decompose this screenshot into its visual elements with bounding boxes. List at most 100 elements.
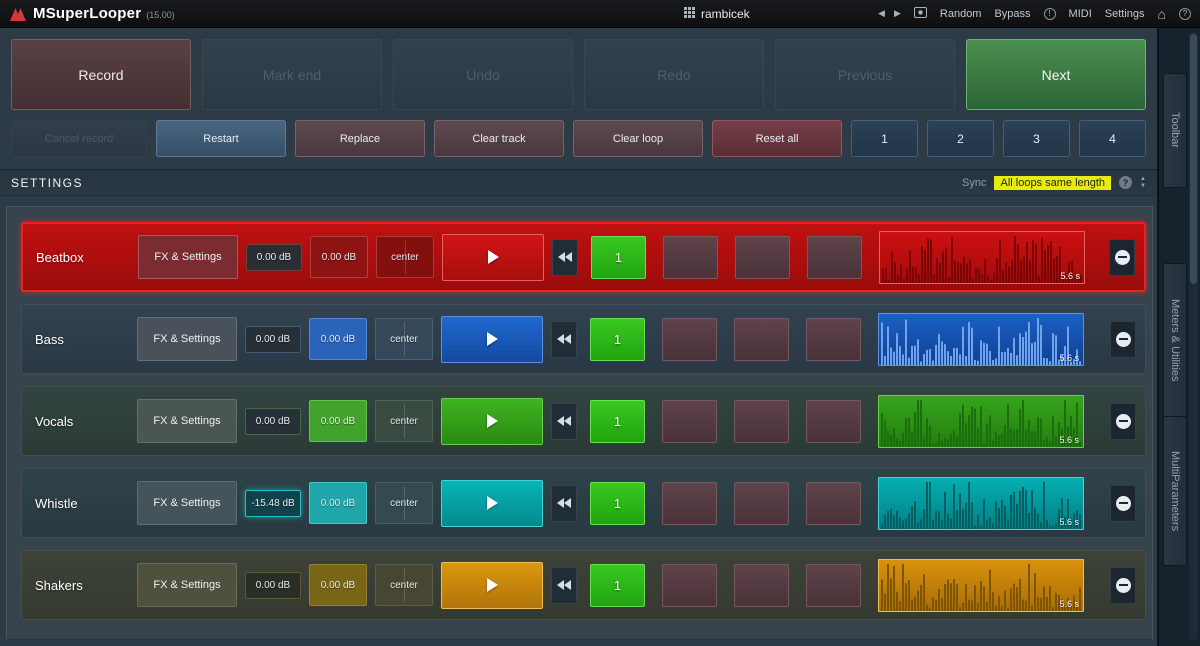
loop-slot-4[interactable] — [806, 400, 861, 443]
loop-slot-4[interactable] — [807, 236, 862, 279]
help-icon[interactable]: ? — [1179, 8, 1191, 20]
random-button[interactable]: Random — [940, 8, 982, 20]
toolbar-button-undo[interactable]: Undo — [393, 39, 573, 110]
fx-settings-button[interactable]: FX & Settings — [137, 317, 237, 361]
toolbar-button-mark-end[interactable]: Mark end — [202, 39, 382, 110]
fx-settings-button[interactable]: FX & Settings — [137, 481, 237, 525]
play-button[interactable] — [441, 398, 543, 445]
sidebar-scrollbar[interactable] — [1189, 32, 1198, 640]
loop-slot-1[interactable]: 1 — [590, 400, 645, 443]
topbar: MSuperLooper (15.00) rambicek ◀ ▶ — [0, 0, 1200, 28]
rewind-button[interactable] — [552, 239, 578, 276]
side-tab-toolbar[interactable]: Toolbar — [1163, 73, 1187, 188]
toolbar-button-4[interactable]: 4 — [1079, 120, 1146, 157]
toolbar-button-redo[interactable]: Redo — [584, 39, 764, 110]
toolbar-button-cancel-record[interactable]: Cancel record — [11, 120, 147, 157]
toolbar-button-clear-track[interactable]: Clear track — [434, 120, 564, 157]
pan-value[interactable]: center — [375, 564, 433, 606]
toolbar-button-record[interactable]: Record — [11, 39, 191, 110]
rewind-button[interactable] — [551, 567, 577, 604]
track-gain-value[interactable]: 0.00 dB — [245, 326, 301, 353]
fx-settings-button[interactable]: FX & Settings — [137, 399, 237, 443]
remove-track-button[interactable] — [1109, 239, 1135, 276]
bypass-button[interactable]: Bypass — [994, 8, 1030, 20]
toolbar-button-3[interactable]: 3 — [1003, 120, 1070, 157]
loop-slot-1[interactable]: 1 — [591, 236, 646, 279]
loop-slot-2[interactable] — [662, 482, 717, 525]
rewind-button[interactable] — [551, 321, 577, 358]
fx-settings-button[interactable]: FX & Settings — [138, 235, 238, 279]
stepper-up-icon[interactable]: ▲ — [1140, 176, 1146, 182]
loop-slot-2[interactable] — [662, 318, 717, 361]
play-button[interactable] — [441, 562, 543, 609]
image-icon[interactable] — [914, 7, 927, 21]
pan-value[interactable]: center — [375, 482, 433, 524]
waveform-display[interactable]: 5.6 s — [878, 559, 1084, 612]
loop-gain-value[interactable]: 0.00 dB — [310, 236, 368, 278]
rewind-button[interactable] — [551, 403, 577, 440]
toolbar-button-restart[interactable]: Restart — [156, 120, 286, 157]
remove-track-button[interactable] — [1110, 321, 1136, 358]
loop-slot-1[interactable]: 1 — [590, 564, 645, 607]
fx-settings-button[interactable]: FX & Settings — [137, 563, 237, 607]
side-tab-meters-utilities[interactable]: Meters & Utilities — [1163, 263, 1187, 418]
midi-button[interactable]: MIDI — [1069, 8, 1092, 20]
play-button[interactable] — [441, 480, 543, 527]
waveform-display[interactable]: 5.6 s — [879, 231, 1085, 284]
next-preset-icon[interactable]: ▶ — [894, 8, 901, 19]
track-gain-value[interactable]: 0.00 dB — [246, 244, 302, 271]
stepper-down-icon[interactable]: ▼ — [1140, 183, 1146, 189]
loop-gain-value[interactable]: 0.00 dB — [309, 400, 367, 442]
loop-slot-4[interactable] — [806, 482, 861, 525]
pan-value[interactable]: center — [375, 318, 433, 360]
rewind-button[interactable] — [551, 485, 577, 522]
track-gain-value[interactable]: -15.48 dB — [245, 490, 301, 517]
prev-preset-icon[interactable]: ◀ — [878, 8, 885, 19]
loop-gain-value[interactable]: 0.00 dB — [309, 482, 367, 524]
sync-stepper[interactable]: ▲ ▼ — [1140, 176, 1146, 189]
settings-button[interactable]: Settings — [1105, 8, 1145, 20]
big-button-row: RecordMark endUndoRedoPreviousNext — [11, 39, 1146, 110]
remove-track-button[interactable] — [1110, 403, 1136, 440]
loop-slot-3[interactable] — [734, 400, 789, 443]
loop-slot-1[interactable]: 1 — [590, 482, 645, 525]
pan-value[interactable]: center — [376, 236, 434, 278]
sync-help-icon[interactable]: ? — [1119, 176, 1132, 189]
toolbar-button-previous[interactable]: Previous — [775, 39, 955, 110]
loop-gain-value[interactable]: 0.00 dB — [309, 564, 367, 606]
loop-slot-3[interactable] — [734, 482, 789, 525]
loop-slot-3[interactable] — [735, 236, 790, 279]
home-icon[interactable]: ⌂ — [1158, 6, 1166, 22]
loop-slot-2[interactable] — [662, 400, 717, 443]
sync-mode-select[interactable]: All loops same length — [994, 176, 1111, 190]
loop-slot-3[interactable] — [734, 564, 789, 607]
preset-selector[interactable]: rambicek — [684, 7, 750, 21]
toolbar-button-replace[interactable]: Replace — [295, 120, 425, 157]
scrollbar-thumb[interactable] — [1190, 34, 1197, 284]
play-button[interactable] — [441, 316, 543, 363]
side-tab-multiparameters[interactable]: MultiParameters — [1163, 416, 1187, 566]
waveform-display[interactable]: 5.6 s — [878, 313, 1084, 366]
track-gain-value[interactable]: 0.00 dB — [245, 572, 301, 599]
loop-slot-4[interactable] — [806, 318, 861, 361]
toolbar-button-clear-loop[interactable]: Clear loop — [573, 120, 703, 157]
toolbar-button-2[interactable]: 2 — [927, 120, 994, 157]
play-button[interactable] — [442, 234, 544, 281]
loop-slot-3[interactable] — [734, 318, 789, 361]
loop-slot-2[interactable] — [662, 564, 717, 607]
loop-slot-4[interactable] — [806, 564, 861, 607]
pan-value[interactable]: center — [375, 400, 433, 442]
toolbar-button-1[interactable]: 1 — [851, 120, 918, 157]
toolbar-button-next[interactable]: Next — [966, 39, 1146, 110]
track-gain-value[interactable]: 0.00 dB — [245, 408, 301, 435]
melda-logo-icon[interactable] — [10, 7, 26, 21]
loop-slot-2[interactable] — [663, 236, 718, 279]
waveform-display[interactable]: 5.6 s — [878, 477, 1084, 530]
waveform-display[interactable]: 5.6 s — [878, 395, 1084, 448]
remove-track-button[interactable] — [1110, 485, 1136, 522]
toolbar-button-reset-all[interactable]: Reset all — [712, 120, 842, 157]
info-icon[interactable]: ! — [1044, 8, 1056, 20]
remove-track-button[interactable] — [1110, 567, 1136, 604]
loop-gain-value[interactable]: 0.00 dB — [309, 318, 367, 360]
loop-slot-1[interactable]: 1 — [590, 318, 645, 361]
